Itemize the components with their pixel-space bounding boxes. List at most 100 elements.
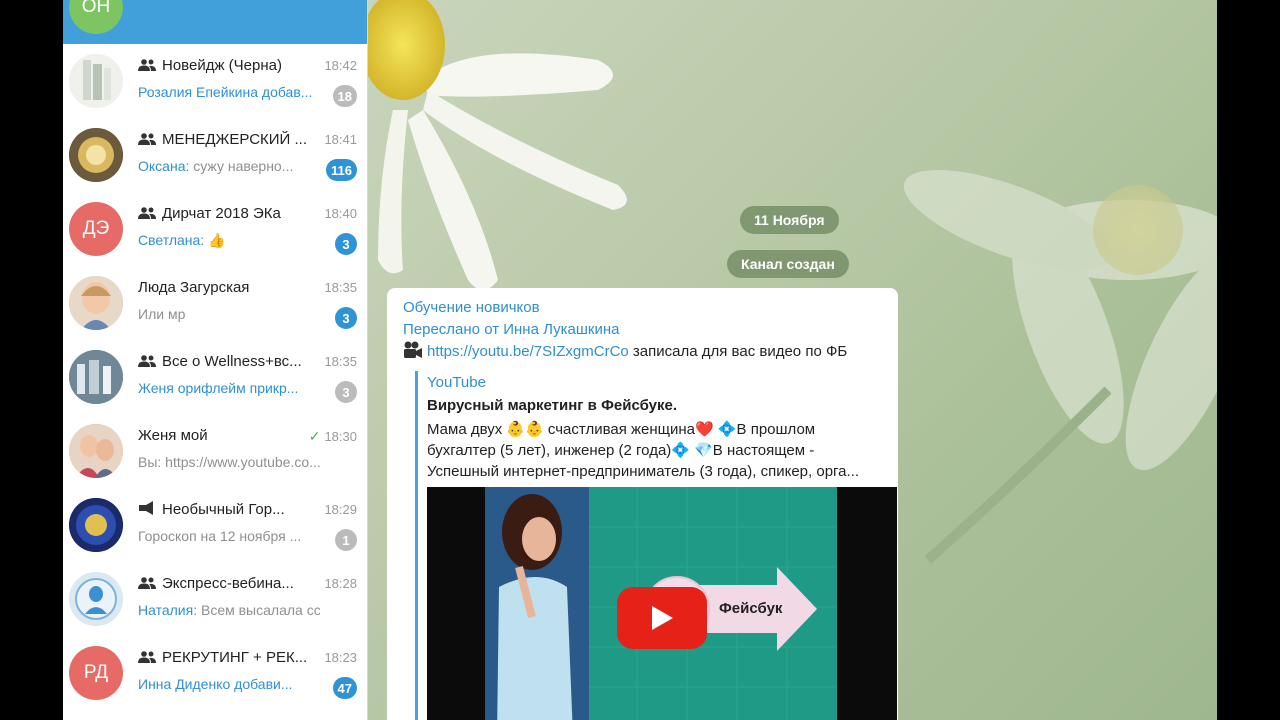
- avatar-photo: [69, 572, 123, 626]
- preview-sender: Женя орифлейм прикр...: [138, 380, 299, 396]
- avatar: ДЭ: [69, 202, 123, 256]
- preview-desc-line: Мама двух 👶👶 счастливая женщина❤️ 💠В про…: [427, 421, 816, 438]
- chat-list-item[interactable]: ОНhttps://youtu.be/7SIZxg...: [63, 0, 367, 44]
- forwarded-from[interactable]: Переслано от Инна Лукашкина: [403, 321, 619, 338]
- link-preview[interactable]: YouTube Вирусный маркетинг в Фейсбуке. М…: [415, 371, 897, 720]
- avatar-photo: [69, 54, 123, 108]
- preview-sender: Светлана:: [138, 232, 205, 248]
- preview-sender: Наталия:: [138, 602, 198, 618]
- video-thumbnail[interactable]: Фейсбук: [427, 487, 897, 720]
- chat-list-item[interactable]: Экспресс-вебина... 18:28 Наталия: Всем выс…: [63, 562, 367, 636]
- chat-name: Экспресс-вебина...: [138, 575, 306, 592]
- chat-time: 18:28: [324, 576, 357, 591]
- chat-name: РЕКРУТИНГ + РЕК...: [138, 649, 306, 666]
- chat-name-text: Люда Загурская: [138, 279, 250, 296]
- group-icon: [138, 355, 156, 367]
- group-icon: [138, 577, 156, 589]
- chat-list-item[interactable]: Женя мой ✓ 18:30 Вы: https://www.youtube.co…: [63, 414, 367, 488]
- chat-name: Все о Wellness+вс...: [138, 353, 306, 370]
- date-separator: 11 Ноября: [740, 206, 839, 234]
- chat-time-text: 18:30: [324, 429, 357, 444]
- unread-badge: 18: [332, 85, 357, 107]
- unread-badge: 3: [335, 233, 357, 255]
- unread-badge: 3: [335, 307, 357, 329]
- read-check-icon: ✓: [308, 428, 321, 444]
- chat-list-item[interactable]: Люда Загурская 18:35 Или мр 3: [63, 266, 367, 340]
- telegram-window: ОНhttps://youtu.be/7SIZxg...Новейдж (Чер…: [63, 0, 1217, 720]
- unread-badge: 3: [335, 381, 357, 403]
- chat-list-item[interactable]: РД РЕКРУТИНГ + РЕК... 18:23 Инна Диденко до…: [63, 636, 367, 710]
- chat-list-item[interactable]: Все о Wellness+вс... 18:35 Женя орифлейм п…: [63, 340, 367, 414]
- chat-time: 18:23: [324, 650, 357, 665]
- preview-sender: Розалия Епейкина добав...: [138, 84, 313, 100]
- avatar-photo: [69, 350, 123, 404]
- chat-preview-text: Или мр: [138, 306, 186, 322]
- chat-name-text: РЕКРУТИНГ + РЕК...: [162, 649, 306, 666]
- preview-accent-bar: [415, 371, 418, 720]
- chat-preview: Вы: https://www.youtube.co...: [138, 454, 320, 470]
- group-icon: [138, 207, 156, 219]
- avatar: [69, 128, 123, 182]
- chat-time: 18:41: [324, 132, 357, 147]
- chat-time: 18:42: [324, 58, 357, 73]
- chat-preview-text: сужу наверно...: [193, 158, 294, 174]
- avatar: [69, 424, 123, 478]
- preview-title: Вирусный маркетинг в Фейсбуке.: [427, 397, 678, 414]
- chat-preview: Розалия Епейкина добав...: [138, 84, 320, 100]
- chat-list-sidebar[interactable]: ОНhttps://youtu.be/7SIZxg...Новейдж (Чер…: [63, 0, 367, 720]
- chat-list-item[interactable]: МЕНЕДЖЕРСКИЙ ... 18:41 Оксана: сужу наверн…: [63, 118, 367, 192]
- chat-name-text: Все о Wellness+вс...: [162, 353, 302, 370]
- chat-preview: Оксана: сужу наверно...: [138, 158, 320, 174]
- chat-name-text: Женя мой: [138, 427, 208, 444]
- chat-preview: Светлана: 👍: [138, 232, 320, 249]
- chat-name-text: МЕНЕДЖЕРСКИЙ ...: [162, 131, 306, 148]
- video-camera-icon: [404, 341, 422, 358]
- service-message: Канал создан: [727, 250, 849, 278]
- chat-name: Необычный Гор...: [138, 501, 306, 518]
- chat-preview-text: Вы: https://www.youtube.co...: [138, 454, 320, 470]
- avatar: [69, 572, 123, 626]
- play-icon: [652, 606, 673, 630]
- chat-name: Новейдж (Черна): [138, 57, 306, 74]
- chat-name: Женя мой: [138, 427, 306, 444]
- play-button[interactable]: [617, 587, 707, 649]
- chat-preview: Инна Диденко добави...: [138, 676, 320, 692]
- chat-list-item[interactable]: Необычный Гор... 18:29 Гороскоп на 12 нояб…: [63, 488, 367, 562]
- chat-list-item[interactable]: ДЭ Дирчат 2018 ЭКа 18:40 Светлана: 👍 3: [63, 192, 367, 266]
- preview-description: Мама двух 👶👶 счастливая женщина❤️ 💠В про…: [427, 419, 897, 482]
- group-icon: [138, 651, 156, 663]
- chat-preview: Женя орифлейм прикр...: [138, 380, 320, 396]
- chat-name-text: Необычный Гор...: [162, 501, 285, 518]
- chat-name-text: Экспресс-вебина...: [162, 575, 294, 592]
- chat-preview: Наталия: Всем высалала сс...: [138, 602, 320, 618]
- channel-name[interactable]: Обучение новичков: [403, 299, 540, 316]
- chat-name: Дирчат 2018 ЭКа: [138, 205, 306, 222]
- chat-time: ✓ 18:30: [309, 428, 357, 445]
- message-link[interactable]: https://youtu.be/7SIZxgmCrCo: [427, 343, 629, 360]
- chat-name: Люда Загурская: [138, 279, 306, 296]
- preview-site-name: YouTube: [427, 374, 486, 391]
- chat-list-item[interactable]: Новейдж (Черна) 18:42 Розалия Епейкина доб…: [63, 44, 367, 118]
- message-text: https://youtu.be/7SIZxgmCrCo записала дл…: [403, 341, 847, 360]
- preview-sender: Оксана:: [138, 158, 190, 174]
- unread-badge: 1: [335, 529, 357, 551]
- thumbnail-caption: Фейсбук: [719, 600, 783, 617]
- channel-icon: [139, 501, 153, 515]
- preview-desc-line: бухгалтер (5 лет), инженер (2 года)💠 💎В …: [427, 442, 815, 459]
- avatar-photo: [69, 424, 123, 478]
- avatar: [69, 54, 123, 108]
- group-icon: [138, 133, 156, 145]
- chat-time: 18:35: [324, 280, 357, 295]
- chat-name: МЕНЕДЖЕРСКИЙ ...: [138, 131, 306, 148]
- avatar-photo: [69, 276, 123, 330]
- chat-preview-text: Гороскоп на 12 ноября ...: [138, 528, 302, 544]
- chat-time: 18:40: [324, 206, 357, 221]
- avatar: [69, 276, 123, 330]
- chat-time: 18:35: [324, 354, 357, 369]
- message-bubble[interactable]: Обучение новичков Переслано от Инна Лука…: [387, 288, 898, 720]
- chat-area: 11 Ноября Канал создан Обучение новичков…: [368, 0, 1217, 720]
- chat-preview: Гороскоп на 12 ноября ...: [138, 528, 320, 544]
- avatar-photo: [69, 498, 123, 552]
- message-text-tail: записала для вас видео по ФБ: [628, 343, 848, 360]
- chat-preview-text: 👍: [208, 232, 226, 248]
